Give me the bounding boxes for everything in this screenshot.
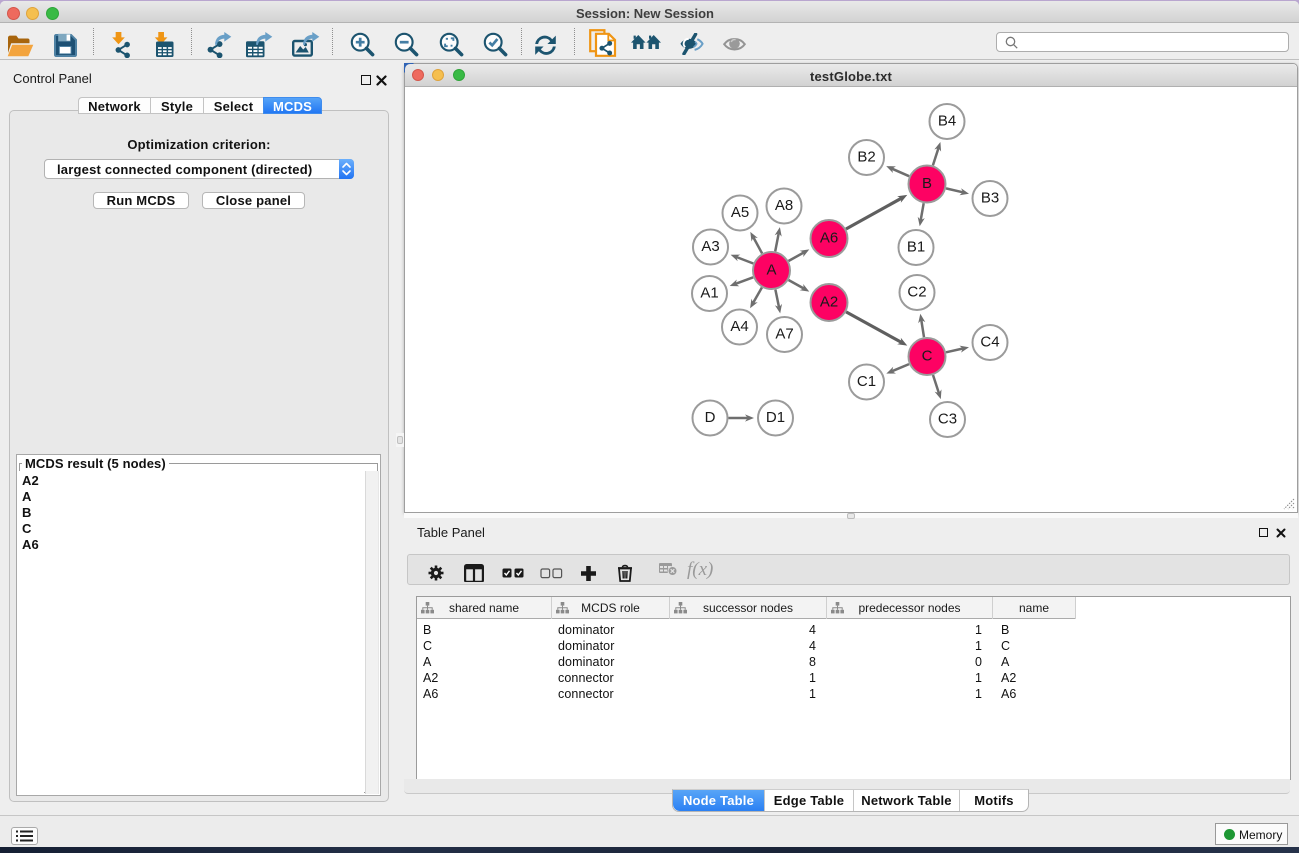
svg-text:B4: B4 — [938, 113, 956, 130]
svg-text:B2: B2 — [857, 149, 875, 166]
svg-text:A1: A1 — [700, 285, 718, 302]
svg-text:A3: A3 — [701, 238, 719, 255]
svg-text:C3: C3 — [938, 411, 957, 428]
svg-text:A7: A7 — [775, 326, 793, 343]
svg-text:A2: A2 — [820, 294, 838, 311]
svg-text:C2: C2 — [907, 284, 926, 301]
svg-text:A5: A5 — [731, 204, 749, 221]
svg-text:B1: B1 — [907, 239, 925, 256]
svg-text:C1: C1 — [857, 373, 876, 390]
svg-text:A: A — [766, 262, 776, 279]
svg-text:D1: D1 — [766, 409, 785, 426]
svg-text:C: C — [922, 348, 933, 365]
svg-text:B: B — [922, 175, 932, 192]
svg-text:D: D — [705, 409, 716, 426]
svg-text:A6: A6 — [820, 230, 838, 247]
svg-text:A4: A4 — [730, 318, 748, 335]
svg-text:B3: B3 — [981, 190, 999, 207]
svg-text:C4: C4 — [980, 334, 999, 351]
svg-text:A8: A8 — [775, 197, 793, 214]
